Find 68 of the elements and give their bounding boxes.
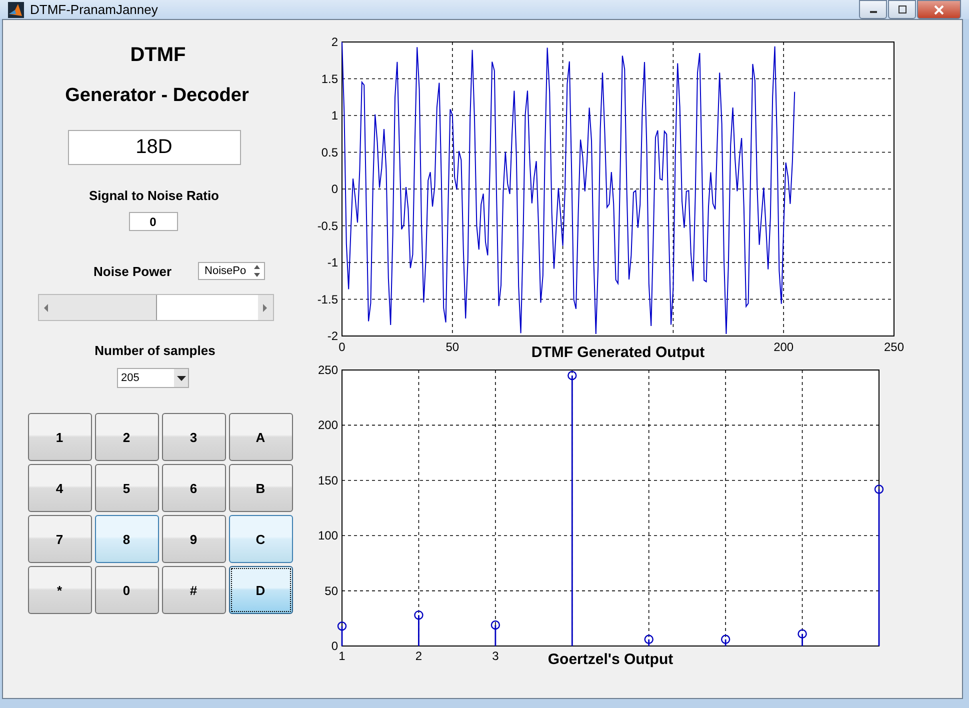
stem-marker (798, 629, 807, 646)
noise-power-label: Noise Power (93, 264, 172, 278)
tick-label: 200 (318, 418, 338, 432)
left-arrow-icon[interactable] (43, 304, 49, 312)
keypad-key[interactable]: 1 (28, 413, 92, 461)
keypad-key[interactable]: 5 (94, 464, 158, 512)
tick-label: 150 (318, 473, 338, 488)
tick-label: 0 (331, 182, 338, 196)
tick-label: 50 (446, 340, 460, 354)
keypad-key[interactable]: 3 (162, 413, 226, 461)
tick-label: 200 (774, 340, 794, 354)
spinner-arrows-icon (252, 263, 262, 279)
stem-marker (337, 622, 347, 646)
keypad-key[interactable]: 7 (28, 515, 92, 563)
keypad-key[interactable]: D (228, 566, 292, 614)
stem-marker (414, 610, 424, 646)
keypad-key[interactable]: 4 (28, 464, 92, 512)
tick-label: 1 (338, 649, 346, 663)
keypad-key[interactable]: B (228, 464, 292, 512)
stem-marker (720, 634, 730, 646)
tick-label: 1 (331, 108, 338, 122)
keypad-key[interactable]: # (162, 566, 226, 614)
tick-label: 50 (324, 584, 338, 598)
keypad-key[interactable]: A (228, 413, 292, 461)
app-icon (8, 2, 24, 18)
dropdown-caret-icon (176, 376, 186, 380)
stem-marker (644, 634, 654, 646)
chart-title: DTMF Generated Output (531, 344, 705, 360)
samples-label: Number of samples (94, 343, 216, 358)
display-field[interactable]: 18D (68, 130, 240, 165)
tick-label: -1.5 (317, 292, 338, 306)
tick-label: 2 (415, 649, 422, 663)
tick-label: -2 (327, 329, 338, 343)
keypad-key[interactable]: C (228, 515, 292, 563)
keypad-key[interactable]: 8 (94, 515, 158, 563)
snr-label: Signal to Noise Ratio (88, 188, 219, 203)
tick-label: -0.5 (317, 218, 338, 233)
window-title: DTMF-PranamJanney (30, 2, 158, 17)
tick-label: 3 (492, 649, 499, 663)
tick-label: 1.5 (321, 72, 338, 86)
subheading: Generator - Decoder (65, 85, 249, 107)
tick-label: -1 (327, 256, 338, 270)
tick-label: 0 (331, 639, 338, 653)
close-button[interactable] (917, 0, 961, 19)
keypad-key[interactable]: 9 (162, 515, 226, 563)
minimize-button[interactable] (859, 0, 887, 19)
right-arrow-icon[interactable] (262, 304, 268, 312)
tick-label: 0 (338, 340, 346, 354)
noise-power-slider[interactable] (38, 294, 274, 321)
heading: DTMF (130, 44, 186, 67)
samples-dropdown[interactable]: 205 (117, 368, 189, 388)
snr-field[interactable]: 0 (128, 212, 178, 231)
close-icon (934, 4, 944, 14)
chart-title: Goertzel's Output (548, 651, 674, 668)
maximize-button[interactable] (888, 0, 916, 19)
tick-label: 0.5 (321, 145, 338, 160)
keypad-key[interactable]: 0 (94, 566, 158, 614)
maximize-icon (898, 5, 906, 14)
tick-label: 250 (318, 363, 338, 377)
slider-thumb[interactable] (156, 295, 258, 320)
tick-label: 2 (331, 35, 338, 49)
keypad-key[interactable]: 6 (162, 464, 226, 512)
keypad-key[interactable]: 2 (94, 413, 158, 461)
stem-marker (490, 620, 500, 646)
noise-power-spinner[interactable]: NoisePo (198, 262, 265, 280)
keypad-key[interactable]: * (28, 566, 92, 614)
tick-label: 100 (318, 528, 338, 543)
tick-label: 250 (884, 340, 904, 354)
